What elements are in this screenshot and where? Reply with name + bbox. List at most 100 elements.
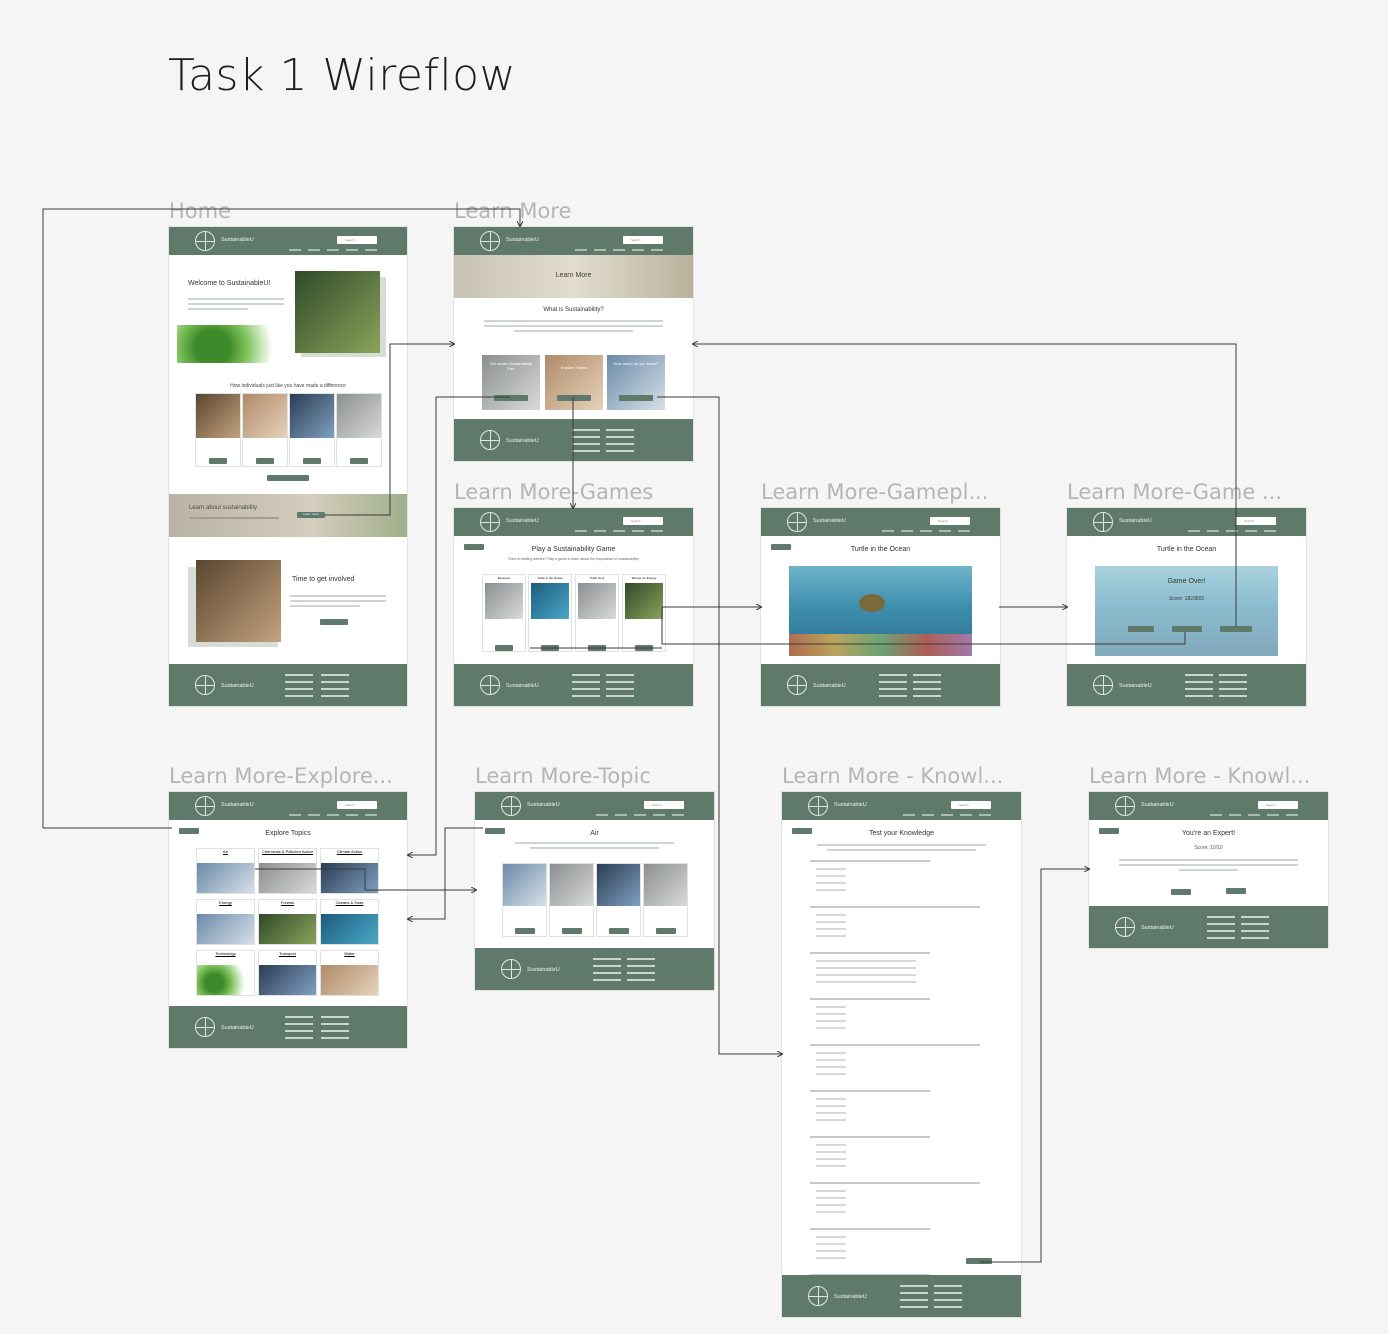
quiz-option[interactable] bbox=[816, 1165, 846, 1167]
quiz-option[interactable] bbox=[816, 1052, 846, 1054]
quiz-option[interactable] bbox=[816, 1211, 846, 1213]
quiz-option[interactable] bbox=[816, 1119, 846, 1121]
search-input[interactable]: Search bbox=[623, 236, 663, 244]
game-card[interactable]: Trash Hunt bbox=[575, 574, 619, 652]
lets-go-button[interactable] bbox=[320, 619, 348, 625]
nav-links[interactable] bbox=[575, 249, 663, 253]
quiz-option[interactable] bbox=[816, 960, 916, 962]
tile-explore[interactable]: Explore Topics bbox=[545, 355, 603, 410]
quiz-option[interactable] bbox=[816, 935, 846, 937]
quiz-option[interactable] bbox=[816, 868, 846, 870]
quiz-option[interactable] bbox=[816, 1243, 846, 1245]
frame-label-game-over: Learn More-Game ... bbox=[1067, 480, 1282, 504]
frame-games[interactable]: SustainableU Search Play a Sustainability… bbox=[454, 508, 693, 706]
quiz-option[interactable] bbox=[816, 1158, 846, 1160]
home-button[interactable] bbox=[1226, 888, 1246, 894]
quiz-option[interactable] bbox=[816, 1144, 846, 1146]
article-card[interactable] bbox=[596, 863, 641, 937]
topic-climate[interactable]: Climate Action bbox=[320, 848, 379, 894]
learn-more-button[interactable] bbox=[1171, 889, 1191, 895]
frame-game-over[interactable]: SustainableU Search Turtle in the Ocean G… bbox=[1067, 508, 1306, 706]
more-stories-button[interactable] bbox=[267, 475, 309, 481]
hero-banner: Learn More bbox=[454, 255, 693, 298]
brand-name: SustainableU bbox=[506, 237, 539, 243]
tile-knowledge[interactable]: How much do you know? bbox=[607, 355, 665, 410]
tile-what-is[interactable]: We mean Sustainability Part bbox=[482, 355, 540, 410]
what-is-heading: What is Sustainability? bbox=[543, 307, 604, 313]
article-card[interactable] bbox=[502, 863, 547, 937]
story-card bbox=[336, 393, 382, 467]
submit-button[interactable] bbox=[966, 1258, 992, 1264]
quiz-option[interactable] bbox=[816, 921, 846, 923]
individuals-heading: How individuals just like you have made … bbox=[230, 383, 346, 389]
quiz-option[interactable] bbox=[816, 1105, 846, 1107]
quiz-option[interactable] bbox=[816, 914, 846, 916]
topic-technology[interactable]: Technology bbox=[196, 950, 255, 996]
ocean-game-scene[interactable] bbox=[789, 566, 972, 656]
quiz-option[interactable] bbox=[816, 1006, 846, 1008]
learn-banner: Learn about sustainability Learn more bbox=[169, 494, 407, 537]
game-card[interactable]: Turtle in the Ocean bbox=[528, 574, 572, 652]
quiz-question bbox=[810, 1228, 930, 1230]
quiz-option[interactable] bbox=[816, 1013, 846, 1015]
quiz-option[interactable] bbox=[816, 1073, 846, 1075]
quiz-option[interactable] bbox=[816, 928, 846, 930]
score-text: Score: 1823802 bbox=[1168, 596, 1205, 602]
play-again-button[interactable] bbox=[1128, 626, 1154, 632]
quiz-option[interactable] bbox=[816, 1098, 846, 1100]
quiz-option[interactable] bbox=[816, 1112, 846, 1114]
learn-banner-text: Learn about sustainability bbox=[189, 505, 258, 511]
topic-forests[interactable]: Forests bbox=[258, 899, 317, 945]
topic-air[interactable]: Air bbox=[196, 848, 255, 894]
quiz-option[interactable] bbox=[816, 1204, 846, 1206]
quiz-option[interactable] bbox=[816, 967, 916, 969]
game-card[interactable]: Ecoscore bbox=[482, 574, 526, 652]
article-card[interactable] bbox=[549, 863, 594, 937]
topic-energy[interactable]: Energy bbox=[196, 899, 255, 945]
quiz-option[interactable] bbox=[816, 1236, 846, 1238]
story-card bbox=[289, 393, 335, 467]
frame-knowledge-quiz[interactable]: SustainableU Search Test your Knowledge S… bbox=[782, 792, 1021, 1317]
quiz-option[interactable] bbox=[816, 1151, 846, 1153]
site-footer: SustainableU bbox=[169, 664, 407, 706]
quiz-option[interactable] bbox=[816, 1250, 846, 1252]
quiz-option[interactable] bbox=[816, 1027, 846, 1029]
quiz-option[interactable] bbox=[816, 1190, 846, 1192]
article-card[interactable] bbox=[643, 863, 688, 937]
quiz-option[interactable] bbox=[816, 882, 846, 884]
quiz-option[interactable] bbox=[816, 875, 846, 877]
frame-label-topic: Learn More-Topic bbox=[475, 764, 651, 788]
back-to-learn-more-button[interactable] bbox=[1220, 626, 1252, 632]
quiz-option[interactable] bbox=[816, 1059, 846, 1061]
quiz-option[interactable] bbox=[816, 889, 846, 891]
story-card bbox=[195, 393, 241, 467]
quiz-option[interactable] bbox=[816, 981, 916, 983]
topic-transport[interactable]: Transport bbox=[258, 950, 317, 996]
topic-chemicals[interactable]: Chemicals & Pollution Action bbox=[258, 848, 317, 894]
search-input[interactable]: Search bbox=[337, 236, 377, 244]
topic-heading: Air bbox=[590, 830, 599, 837]
quiz-option[interactable] bbox=[816, 1066, 846, 1068]
frame-learn-more[interactable]: SustainableU Search Learn More What is S… bbox=[454, 227, 693, 461]
frame-label-learn-more: Learn More bbox=[454, 199, 572, 223]
quiz-option[interactable] bbox=[816, 1020, 846, 1022]
quiz-option[interactable] bbox=[816, 1257, 846, 1259]
flow-topic-back bbox=[408, 827, 483, 919]
nav-links[interactable] bbox=[289, 249, 377, 253]
frame-gameplay[interactable]: SustainableU Search Turtle in the Ocean S… bbox=[761, 508, 1000, 706]
frame-label-gameplay: Learn More-Gamepl... bbox=[761, 480, 989, 504]
learn-more-button[interactable]: Learn more bbox=[297, 512, 325, 518]
game-card[interactable]: Renew my Energy bbox=[622, 574, 666, 652]
frame-expert[interactable]: SustainableU Search You're an Expert! Sco… bbox=[1089, 792, 1328, 948]
topic-water[interactable]: Water bbox=[320, 950, 379, 996]
quiz-question bbox=[810, 906, 980, 908]
quiz-option[interactable] bbox=[816, 974, 916, 976]
frame-explore[interactable]: SustainableU Search Explore Topics Air Ch… bbox=[169, 792, 407, 1048]
explore-heading: Explore Topics bbox=[265, 830, 311, 837]
frame-topic[interactable]: SustainableU Search Air SustainableU bbox=[475, 792, 714, 990]
frame-home[interactable]: SustainableU Search Welcome to Sustainab… bbox=[169, 227, 407, 706]
topic-oceans[interactable]: Oceans & Seas bbox=[320, 899, 379, 945]
find-new-game-button[interactable] bbox=[1172, 626, 1202, 632]
quiz-option[interactable] bbox=[816, 1197, 846, 1199]
game-over-text: Game Over! bbox=[1167, 578, 1206, 585]
